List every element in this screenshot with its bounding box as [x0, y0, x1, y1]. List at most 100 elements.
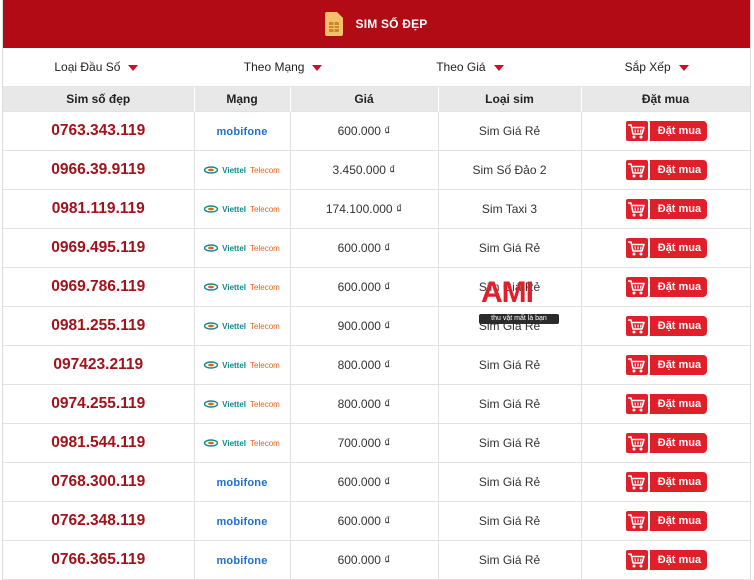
shopping-cart-icon: [628, 513, 646, 528]
order-button-label: Đặt mua: [657, 476, 702, 488]
panel-title: Sim số đẹp: [355, 17, 428, 31]
order-button[interactable]: Đặt mua: [623, 470, 708, 494]
order-cell: Đặt mua: [580, 150, 750, 190]
shopping-cart-icon: [628, 279, 646, 294]
number-cell: 0966.39.9119: [3, 150, 195, 190]
viettel-logo: Viettel Telecom: [204, 322, 280, 331]
sim-number-link[interactable]: 0763.343.119: [51, 122, 145, 139]
order-button[interactable]: Đặt mua: [623, 236, 708, 260]
sim-number-link[interactable]: 0969.495.119: [51, 239, 145, 256]
table-body: 0763.343.119 mobifone 600.000 ₫ Sim Giá …: [3, 111, 750, 580]
shopping-cart-icon: [628, 201, 646, 216]
network-cell: Viettel Telecom: [193, 189, 291, 229]
type-cell: Sim Số Đảo 2: [437, 150, 582, 190]
sim-number-link[interactable]: 0762.348.119: [51, 512, 145, 529]
viettel-name: Viettel: [222, 399, 247, 409]
viettel-mark-icon: [204, 322, 219, 330]
viettel-name: Viettel: [222, 438, 247, 448]
filter-label: Sắp Xếp: [624, 60, 671, 74]
type-cell: Sim Giá Rẻ: [437, 540, 582, 580]
order-button[interactable]: Đặt mua: [623, 509, 708, 533]
filter-label: Loại Đầu Số: [54, 60, 121, 74]
sim-card-icon: [325, 12, 344, 36]
viettel-logo: Viettel Telecom: [204, 166, 280, 175]
filter-network-dropdown[interactable]: Theo Mạng: [190, 60, 377, 74]
order-button[interactable]: Đặt mua: [623, 197, 708, 221]
table-row: 0981.119.119 Viettel Telecom 174.100.000…: [3, 189, 750, 229]
viettel-suffix: Telecom: [250, 282, 280, 292]
table-header-row: Sim số đẹp Mạng Giá Loại sim Đặt mua: [3, 87, 750, 112]
order-cell: Đặt mua: [580, 423, 750, 463]
price-cell: 174.100.000 ₫: [289, 189, 439, 229]
sim-number-link[interactable]: 0966.39.9119: [51, 161, 145, 178]
number-cell: 0981.119.119: [3, 189, 195, 229]
order-cell: Đặt mua: [580, 501, 750, 541]
order-cell: Đặt mua: [580, 267, 750, 307]
network-cell: Viettel Telecom: [193, 345, 291, 385]
filter-price-dropdown[interactable]: Theo Giá: [377, 60, 564, 74]
number-cell: 0766.365.119: [3, 540, 195, 580]
viettel-mark-icon: [204, 400, 219, 408]
sim-number-link[interactable]: 0981.119.119: [52, 200, 145, 217]
number-cell: 0763.343.119: [3, 111, 195, 151]
viettel-logo: Viettel Telecom: [204, 439, 280, 448]
order-button[interactable]: Đặt mua: [623, 353, 708, 377]
order-button-label: Đặt mua: [657, 554, 702, 566]
viettel-mark-icon: [204, 439, 219, 447]
order-button[interactable]: Đặt mua: [623, 119, 708, 143]
sim-number-link[interactable]: 0981.544.119: [51, 434, 145, 451]
viettel-logo: Viettel Telecom: [204, 400, 280, 409]
sim-number-link[interactable]: 0766.365.119: [51, 551, 145, 568]
viettel-mark-icon: [204, 283, 219, 291]
network-cell: mobifone: [193, 540, 291, 580]
number-cell: 0974.255.119: [3, 384, 195, 424]
type-cell: Sim Giá Rẻ: [437, 345, 582, 385]
order-cell: Đặt mua: [580, 228, 750, 268]
order-button[interactable]: Đặt mua: [623, 431, 708, 455]
cart-icon-box: [623, 197, 650, 221]
sim-number-link[interactable]: 097423.2119: [53, 356, 143, 373]
order-button-label: Đặt mua: [657, 281, 702, 293]
type-cell: Sim Giá Rẻ: [437, 384, 582, 424]
order-button[interactable]: Đặt mua: [623, 392, 708, 416]
sim-number-link[interactable]: 0768.300.119: [51, 473, 145, 490]
sim-number-link[interactable]: 0974.255.119: [51, 395, 145, 412]
shopping-cart-icon: [628, 123, 646, 138]
filter-prefix-dropdown[interactable]: Loại Đầu Số: [3, 60, 190, 74]
number-cell: 0762.348.119: [3, 501, 195, 541]
viettel-name: Viettel: [222, 204, 247, 214]
column-header-number: Sim số đẹp: [3, 87, 195, 112]
price-cell: 600.000 ₫: [289, 111, 439, 151]
viettel-mark-icon: [204, 361, 219, 369]
caret-down-icon: [312, 65, 323, 71]
order-button[interactable]: Đặt mua: [623, 275, 708, 299]
column-header-network: Mạng: [194, 87, 291, 112]
viettel-mark-icon: [204, 244, 219, 252]
table-row: 0974.255.119 Viettel Telecom 800.000 ₫ S…: [3, 384, 750, 424]
sim-number-link[interactable]: 0969.786.119: [51, 278, 145, 295]
order-button[interactable]: Đặt mua: [623, 548, 708, 572]
viettel-name: Viettel: [222, 360, 247, 370]
order-button[interactable]: Đặt mua: [623, 158, 708, 182]
caret-down-icon: [678, 65, 689, 71]
order-button-label: Đặt mua: [657, 437, 702, 449]
price-cell: 600.000 ₫: [289, 462, 439, 502]
table-row: 0762.348.119 mobifone 600.000 ₫ Sim Giá …: [3, 501, 750, 541]
number-cell: 0969.495.119: [3, 228, 195, 268]
network-cell: Viettel Telecom: [193, 384, 291, 424]
panel-header: Sim số đẹp: [3, 0, 750, 48]
sim-number-link[interactable]: 0981.255.119: [51, 317, 145, 334]
price-cell: 600.000 ₫: [289, 267, 439, 307]
price-cell: 3.450.000 ₫: [289, 150, 439, 190]
shopping-cart-icon: [628, 357, 646, 372]
viettel-suffix: Telecom: [250, 204, 280, 214]
viettel-name: Viettel: [222, 165, 247, 175]
order-button[interactable]: Đặt mua: [623, 314, 708, 338]
filter-sort-dropdown[interactable]: Sắp Xếp: [563, 60, 750, 74]
cart-icon-box: [623, 470, 650, 494]
mobifone-logo: mobifone: [216, 516, 268, 528]
order-cell: Đặt mua: [580, 111, 750, 151]
type-cell: Sim Giá Rẻ: [437, 423, 582, 463]
number-cell: 0969.786.119: [3, 267, 195, 307]
viettel-logo: Viettel Telecom: [204, 244, 280, 253]
